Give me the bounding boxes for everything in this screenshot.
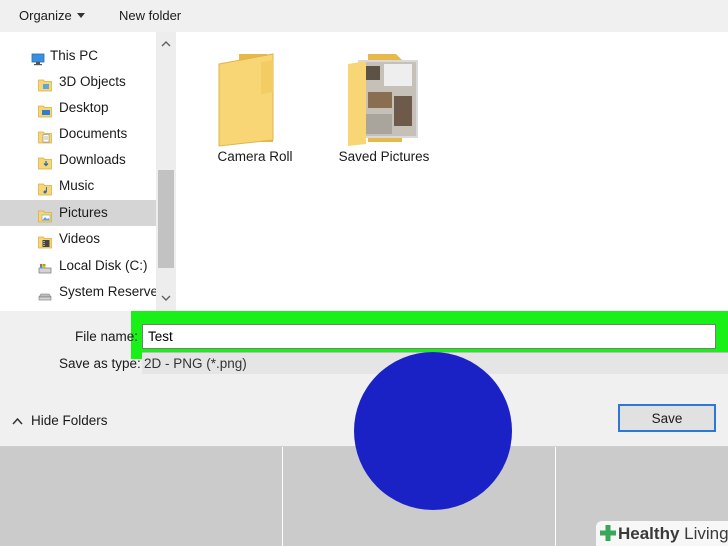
videos-folder-icon <box>38 232 52 249</box>
nav-item-label: Documents <box>59 126 128 141</box>
chevron-up-icon <box>12 417 23 425</box>
nav-item-videos[interactable]: Videos <box>0 226 156 252</box>
folder-label: Camera Roll <box>217 149 293 164</box>
nav-item-label: Music <box>59 178 95 193</box>
navigation-pane: This PC 3D Objects Desktop Documents Dow… <box>0 32 176 311</box>
canvas-divider <box>555 447 556 546</box>
scroll-up-button[interactable] <box>156 34 176 54</box>
hide-folders-label: Hide Folders <box>31 413 108 428</box>
nav-item-documents[interactable]: Documents <box>0 121 156 147</box>
nav-item-label: 3D Objects <box>59 74 126 89</box>
pc-icon <box>31 49 45 66</box>
file-list-pane: Camera Roll Saved Pictures <box>176 32 728 311</box>
hide-folders-button[interactable]: Hide Folders <box>12 413 108 428</box>
watermark-text: Healthy Living <box>618 524 728 544</box>
nav-item-label: Pictures <box>59 205 108 220</box>
nav-item-local-disk[interactable]: Local Disk (C:) <box>0 253 156 279</box>
pictures-folder-icon <box>38 206 52 223</box>
save-button[interactable]: Save <box>618 404 716 432</box>
organize-label: Organize <box>19 8 72 23</box>
toolbar: Organize New folder <box>0 0 728 32</box>
nav-item-system-reserved[interactable]: System Reserved <box>0 279 156 305</box>
nav-item-3d-objects[interactable]: 3D Objects <box>0 69 156 95</box>
nav-item-downloads[interactable]: Downloads <box>0 147 156 173</box>
plus-cross-icon <box>600 525 616 541</box>
3d-objects-folder-icon <box>38 75 52 92</box>
desktop-folder-icon <box>38 101 52 118</box>
downloads-folder-icon <box>38 153 52 170</box>
nav-item-label: System Reserved <box>59 284 156 299</box>
chevron-down-icon <box>76 13 85 18</box>
nav-item-this-pc[interactable]: This PC <box>0 43 156 69</box>
watermark-brand-bold: Healthy <box>618 524 680 543</box>
scroll-thumb[interactable] <box>158 170 174 268</box>
folder-label: Saved Pictures <box>338 149 430 164</box>
nav-item-label: Desktop <box>59 100 109 115</box>
folder-icon <box>218 53 274 147</box>
file-name-label: File name: <box>75 329 139 344</box>
save-as-type-label: Save as type: <box>59 356 141 371</box>
watermark: Healthy Living <box>596 521 728 546</box>
nav-item-pictures[interactable]: Pictures <box>0 200 156 226</box>
chevron-up-icon <box>161 41 171 47</box>
music-folder-icon <box>38 179 52 196</box>
folder-with-photo-icon <box>348 54 418 146</box>
watermark-brand-light: Living <box>679 524 728 543</box>
organize-button[interactable]: Organize <box>19 8 85 23</box>
nav-item-label: This PC <box>50 48 99 63</box>
nav-item-music[interactable]: Music <box>0 173 156 199</box>
nav-scrollbar[interactable] <box>156 32 176 311</box>
nav-item-label: Videos <box>59 231 101 246</box>
new-folder-button[interactable]: New folder <box>119 8 181 23</box>
chevron-down-icon <box>161 295 171 301</box>
nav-item-label: Downloads <box>59 152 126 167</box>
folder-item-saved-pictures[interactable]: Saved Pictures <box>324 52 444 172</box>
nav-item-desktop[interactable]: Desktop <box>0 95 156 121</box>
drive-icon <box>38 285 52 301</box>
blue-circle-shape <box>354 352 512 510</box>
folder-item-camera-roll[interactable]: Camera Roll <box>195 52 315 172</box>
local-disk-icon <box>38 259 52 274</box>
file-name-input[interactable] <box>142 324 716 349</box>
nav-item-label: Local Disk (C:) <box>59 258 148 273</box>
scroll-down-button[interactable] <box>156 289 176 309</box>
documents-folder-icon <box>38 127 52 144</box>
canvas-divider <box>282 447 283 546</box>
